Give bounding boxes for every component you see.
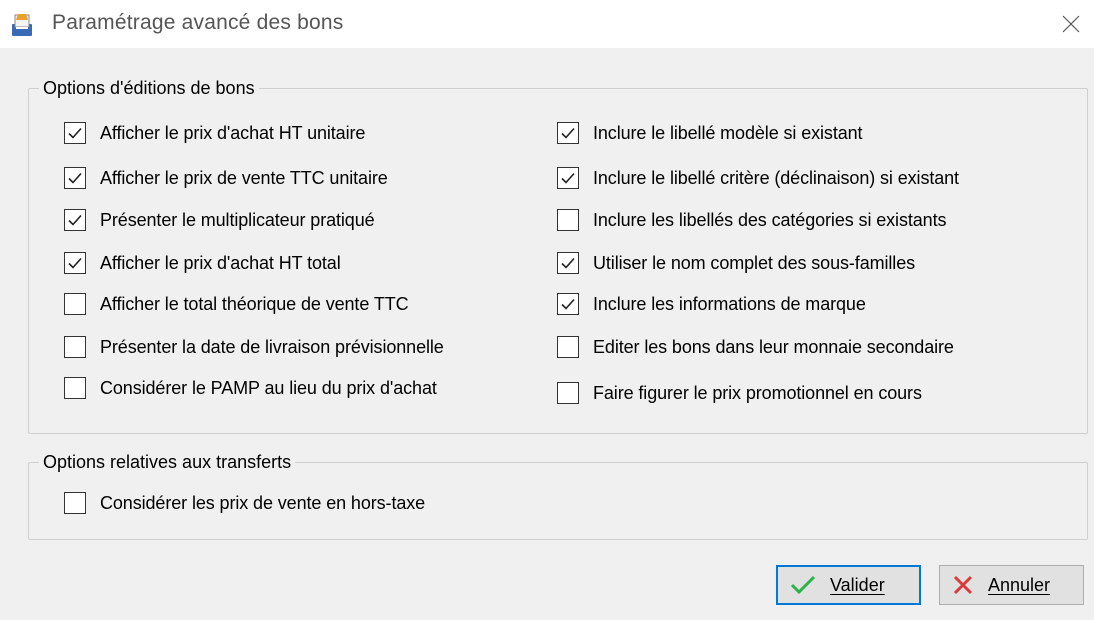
x-icon xyxy=(953,575,973,595)
validate-button[interactable]: Valider xyxy=(776,565,921,605)
option-label: Afficher le prix d'achat HT total xyxy=(100,252,341,273)
group-editions-title: Options d'éditions de bons xyxy=(39,76,259,100)
option-label: Considérer les prix de vente en hors-tax… xyxy=(100,492,426,513)
window-title: Paramétrage avancé des bons xyxy=(52,11,344,34)
option-prix-vente-ttc-unitaire[interactable]: Afficher le prix de vente TTC unitaire xyxy=(64,164,388,192)
option-label: Utiliser le nom complet des sous-famille… xyxy=(593,252,916,273)
option-label: Faire figurer le prix promotionnel en co… xyxy=(593,382,922,403)
app-icon xyxy=(12,14,32,36)
checkbox[interactable] xyxy=(557,293,579,315)
checkmark-icon xyxy=(68,127,82,139)
option-label: Présenter le multiplicateur pratiqué xyxy=(100,209,375,230)
option-informations-marque[interactable]: Inclure les informations de marque xyxy=(557,290,866,318)
option-multiplicateur[interactable]: Présenter le multiplicateur pratiqué xyxy=(64,206,375,234)
checkbox[interactable] xyxy=(64,167,86,189)
group-transferts-title: Options relatives aux transferts xyxy=(39,450,296,474)
checkbox[interactable] xyxy=(557,336,579,358)
checkbox[interactable] xyxy=(64,122,86,144)
option-date-livraison[interactable]: Présenter la date de livraison prévision… xyxy=(64,333,444,361)
close-button[interactable] xyxy=(1048,0,1094,48)
option-label: Inclure le libellé modèle si existant xyxy=(593,122,863,143)
option-label: Afficher le total théorique de vente TTC xyxy=(100,293,409,314)
cancel-button[interactable]: Annuler xyxy=(939,565,1084,605)
validate-label: Valider xyxy=(830,574,885,595)
option-prix-vente-hors-taxe[interactable]: Considérer les prix de vente en hors-tax… xyxy=(64,489,425,517)
checkmark-icon xyxy=(561,127,575,139)
option-label: Inclure les libellés des catégories si e… xyxy=(593,209,947,230)
checkbox[interactable] xyxy=(64,252,86,274)
option-label: Considérer le PAMP au lieu du prix d'ach… xyxy=(100,377,437,398)
checkmark-icon xyxy=(68,257,82,269)
checkbox[interactable] xyxy=(64,336,86,358)
checkmark-icon xyxy=(561,172,575,184)
checkmark-icon xyxy=(68,214,82,226)
option-prix-promotionnel[interactable]: Faire figurer le prix promotionnel en co… xyxy=(557,379,922,407)
checkbox[interactable] xyxy=(557,122,579,144)
checkbox[interactable] xyxy=(557,167,579,189)
option-label: Inclure les informations de marque xyxy=(593,293,866,314)
option-pamp[interactable]: Considérer le PAMP au lieu du prix d'ach… xyxy=(64,374,437,402)
option-label: Afficher le prix d'achat HT unitaire xyxy=(100,122,366,143)
checkmark-icon xyxy=(790,575,816,595)
option-prix-achat-ht-total[interactable]: Afficher le prix d'achat HT total xyxy=(64,249,341,277)
option-prix-achat-ht-unitaire[interactable]: Afficher le prix d'achat HT unitaire xyxy=(64,119,365,147)
option-label: Inclure le libellé critère (déclinaison)… xyxy=(593,167,959,188)
option-label: Editer les bons dans leur monnaie second… xyxy=(593,336,954,357)
checkbox[interactable] xyxy=(557,252,579,274)
checkbox[interactable] xyxy=(64,293,86,315)
close-icon xyxy=(1062,15,1080,33)
option-libelle-critere[interactable]: Inclure le libellé critère (déclinaison)… xyxy=(557,164,959,192)
checkmark-icon xyxy=(561,298,575,310)
checkbox[interactable] xyxy=(64,377,86,399)
checkmark-icon xyxy=(561,257,575,269)
checkbox[interactable] xyxy=(557,209,579,231)
option-libelles-categories[interactable]: Inclure les libellés des catégories si e… xyxy=(557,206,946,234)
option-monnaie-secondaire[interactable]: Editer les bons dans leur monnaie second… xyxy=(557,333,954,361)
checkbox[interactable] xyxy=(64,209,86,231)
option-nom-sous-familles[interactable]: Utiliser le nom complet des sous-famille… xyxy=(557,249,915,277)
option-label: Présenter la date de livraison prévision… xyxy=(100,336,444,357)
cancel-label: Annuler xyxy=(988,574,1051,595)
checkbox[interactable] xyxy=(557,382,579,404)
checkmark-icon xyxy=(68,172,82,184)
title-bar: Paramétrage avancé des bons xyxy=(0,0,1094,48)
checkbox[interactable] xyxy=(64,492,86,514)
option-total-theorique-vente[interactable]: Afficher le total théorique de vente TTC xyxy=(64,290,409,318)
option-label: Afficher le prix de vente TTC unitaire xyxy=(100,167,388,188)
option-libelle-modele[interactable]: Inclure le libellé modèle si existant xyxy=(557,119,863,147)
